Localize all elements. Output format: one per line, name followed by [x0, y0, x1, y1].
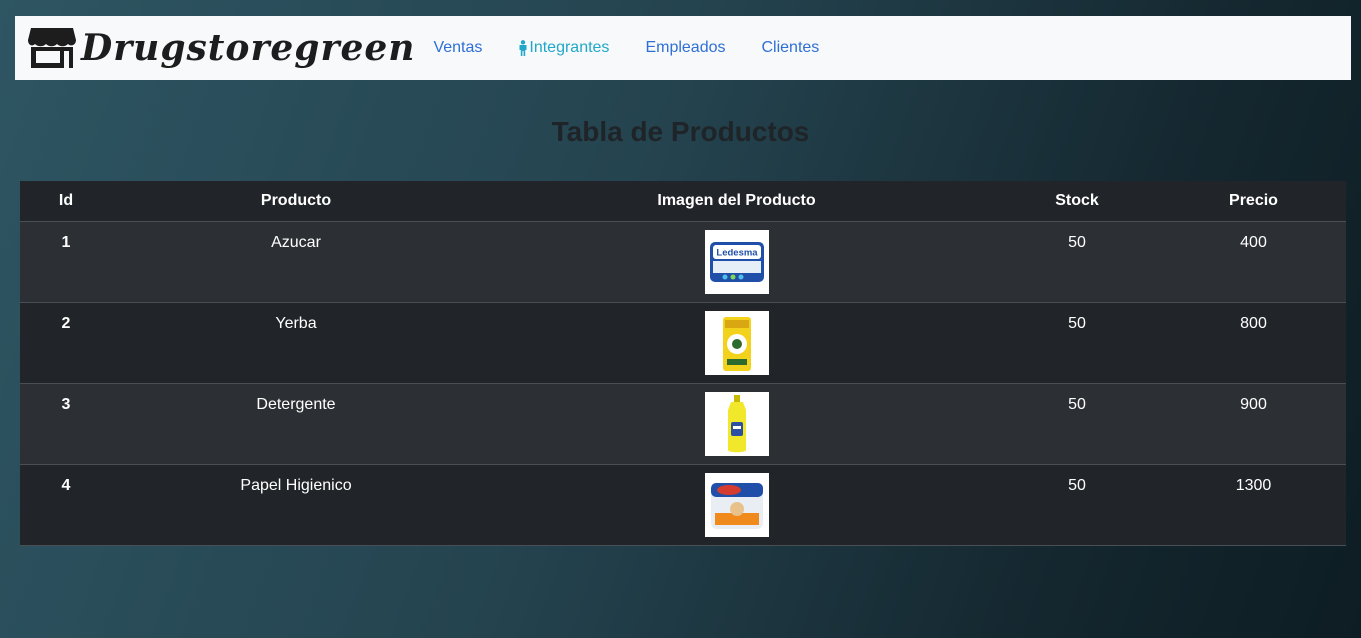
svg-text:Ledesma: Ledesma: [716, 248, 758, 259]
brand[interactable]: Drugstoregreen: [27, 26, 415, 70]
cell-id: 3: [61, 396, 71, 413]
nav-links: Ventas Integrantes Empleados Clientes: [433, 39, 855, 57]
cell-producto: Papel Higienico: [240, 477, 352, 494]
cell-stock: 50: [1068, 396, 1086, 413]
toilet-paper-pack-image: [704, 473, 769, 537]
cell-producto: Yerba: [275, 315, 317, 332]
cell-id: 4: [61, 477, 71, 494]
column-header-producto: Producto: [112, 181, 480, 222]
nav-link-empleados[interactable]: Empleados: [645, 39, 725, 57]
column-header-id: Id: [20, 181, 112, 222]
sugar-package-image: Ledesma: [704, 230, 769, 294]
detergent-bottle-image: [704, 392, 769, 456]
cell-producto: Detergente: [256, 396, 336, 413]
page-title: Tabla de Productos: [551, 116, 810, 147]
column-header-precio: Precio: [1161, 181, 1346, 222]
cell-stock: 50: [1068, 477, 1086, 494]
table-row: 4 Papel Higienico 50 1300: [20, 464, 1346, 546]
column-header-stock: Stock: [993, 181, 1161, 222]
navbar: Drugstoregreen Ventas Integrantes Emplea…: [15, 16, 1351, 80]
table-header-row: Id Producto Imagen del Producto Stock Pr…: [20, 181, 1346, 222]
cell-precio: 800: [1240, 315, 1267, 332]
nav-link-ventas[interactable]: Ventas: [433, 39, 482, 57]
cell-precio: 1300: [1235, 477, 1272, 494]
cell-id: 2: [61, 315, 71, 332]
cell-stock: 50: [1068, 234, 1086, 251]
column-header-imagen: Imagen del Producto: [480, 181, 993, 222]
cell-stock: 50: [1068, 315, 1086, 332]
nav-link-integrantes[interactable]: Integrantes: [518, 39, 609, 57]
cell-precio: 400: [1240, 234, 1267, 251]
table-row: 1 Azucar Ledesma 50 400: [20, 221, 1346, 303]
person-icon: [519, 40, 527, 56]
nav-link-clientes[interactable]: Clientes: [761, 39, 819, 57]
cell-precio: 900: [1240, 396, 1267, 413]
table-row: 2 Yerba 50 800: [20, 302, 1346, 384]
cell-producto: Azucar: [271, 234, 321, 251]
products-table: Id Producto Imagen del Producto Stock Pr…: [20, 181, 1346, 546]
store-icon: [28, 28, 76, 68]
cell-id: 1: [61, 234, 71, 251]
yerba-package-image: [704, 311, 769, 375]
table-row: 3 Detergente 50 900: [20, 383, 1346, 465]
brand-name: Drugstoregreen: [81, 27, 416, 69]
nav-link-integrantes-label: Integrantes: [529, 39, 610, 56]
